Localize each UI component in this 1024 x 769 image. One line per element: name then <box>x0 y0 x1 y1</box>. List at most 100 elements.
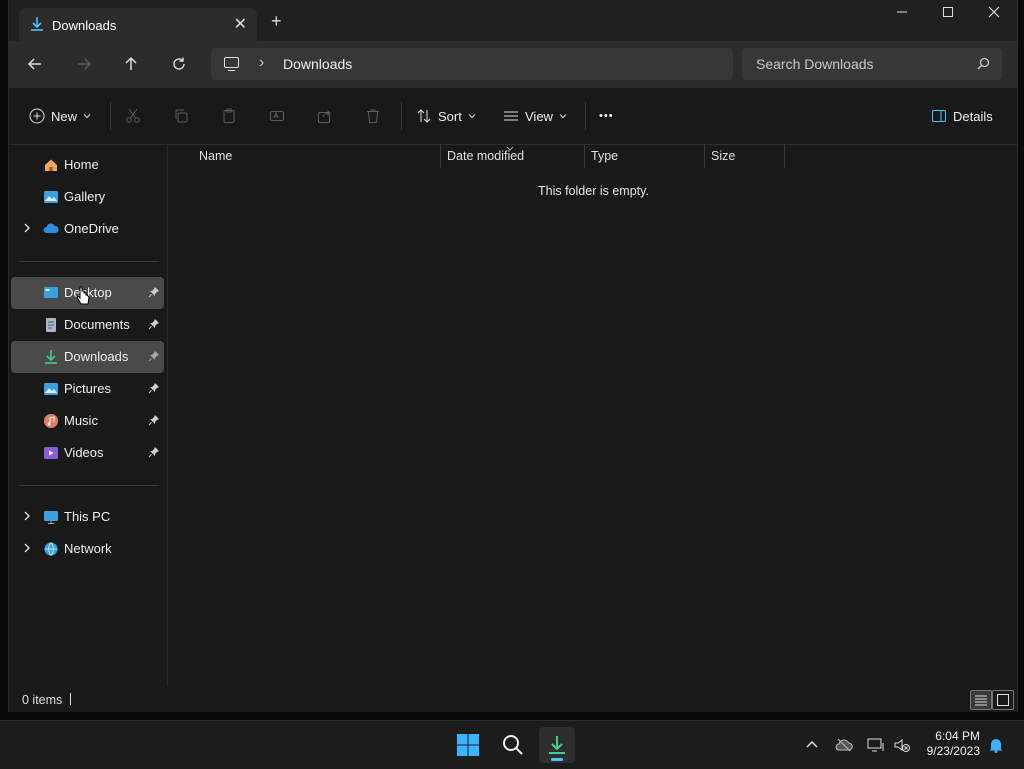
column-divider[interactable] <box>584 144 585 168</box>
large-icons-view-button[interactable] <box>992 690 1014 710</box>
paste-button[interactable] <box>221 102 237 130</box>
address-bar[interactable]: › Downloads <box>211 48 733 80</box>
pin-icon[interactable] <box>148 382 160 394</box>
pin-icon[interactable] <box>148 286 160 298</box>
sidebar-item-downloads[interactable]: Downloads <box>11 341 164 373</box>
new-tab-button[interactable]: + <box>271 12 282 30</box>
maximize-button[interactable] <box>925 6 971 28</box>
show-hidden-icons-button[interactable] <box>802 735 822 755</box>
back-arrow-icon <box>27 58 41 70</box>
column-header-name[interactable]: Name <box>199 149 232 171</box>
share-button[interactable] <box>317 102 333 130</box>
refresh-button[interactable] <box>163 51 195 77</box>
network-status-icon <box>867 738 884 752</box>
chevron-right-icon[interactable] <box>21 222 33 234</box>
cut-button[interactable] <box>125 102 141 130</box>
search-input[interactable]: Search Downloads <box>742 48 1002 80</box>
sort-icon <box>417 109 431 123</box>
pin-icon[interactable] <box>148 350 160 362</box>
sidebar-item-gallery[interactable]: Gallery <box>11 181 164 213</box>
chevron-right-icon[interactable] <box>21 510 33 522</box>
pin-icon[interactable] <box>148 446 160 458</box>
large-icons-view-icon <box>997 694 1009 706</box>
chevron-down-icon <box>468 114 476 119</box>
column-divider[interactable] <box>440 144 441 168</box>
delete-button[interactable] <box>365 102 381 130</box>
sidebar-item-label: Documents <box>64 317 130 332</box>
clock[interactable]: 6:04 PM 9/23/2023 <box>918 729 980 759</box>
close-window-button[interactable] <box>971 6 1017 28</box>
search-taskbar-button[interactable] <box>495 727 531 763</box>
sidebar-item-label: This PC <box>64 509 111 524</box>
breadcrumb-downloads[interactable]: Downloads <box>283 56 352 72</box>
column-header-size[interactable]: Size <box>711 149 735 171</box>
view-button[interactable]: View <box>503 102 567 130</box>
column-divider[interactable] <box>784 144 785 168</box>
command-bar: New Sort View ••• Details <box>9 87 1017 145</box>
taskbar: 6:04 PM 9/23/2023 <box>0 720 1024 769</box>
more-options-button[interactable]: ••• <box>599 102 614 130</box>
pin-icon[interactable] <box>148 318 160 330</box>
file-explorer-window: Downloads ✕ + › Downloads Search Downloa… <box>8 0 1018 712</box>
tab-downloads[interactable]: Downloads ✕ <box>19 8 257 41</box>
sidebar-item-label: Home <box>64 157 99 172</box>
search-icon <box>977 57 990 73</box>
onedrive-icon <box>43 221 59 237</box>
new-button[interactable]: New <box>29 102 91 130</box>
notifications-button[interactable] <box>986 735 1006 755</box>
new-label: New <box>51 108 78 124</box>
column-divider[interactable] <box>704 144 705 168</box>
sort-button[interactable]: Sort <box>416 102 476 130</box>
sidebar-item-home[interactable]: Home <box>11 149 164 181</box>
clock-date: 9/23/2023 <box>926 744 980 758</box>
sidebar-item-music[interactable]: Music <box>11 405 164 437</box>
bell-icon <box>989 739 1003 753</box>
downloads-icon <box>549 736 565 754</box>
sidebar-item-onedrive[interactable]: OneDrive <box>11 213 164 245</box>
sidebar-item-label: Music <box>64 413 98 428</box>
tab-close-button[interactable]: ✕ <box>234 14 247 34</box>
item-count: 0 items <box>22 693 63 707</box>
network-tray-button[interactable] <box>866 735 886 755</box>
sidebar-item-label: Downloads <box>64 349 129 364</box>
details-pane-button[interactable]: Details <box>931 102 993 130</box>
details-view-button[interactable] <box>970 690 992 710</box>
volume-tray-button[interactable] <box>892 735 912 755</box>
file-explorer-taskbar-button[interactable] <box>539 727 575 763</box>
chevron-right-icon[interactable] <box>21 542 33 554</box>
desktop-icon <box>43 285 59 301</box>
minimize-button[interactable] <box>879 6 925 28</box>
scissors-icon <box>126 108 140 123</box>
rename-icon <box>270 111 284 121</box>
view-label: View <box>525 108 553 124</box>
sidebar-item-this-pc[interactable]: This PC <box>11 501 164 533</box>
toolbar-divider <box>401 102 402 130</box>
sidebar-item-pictures[interactable]: Pictures <box>11 373 164 405</box>
back-button[interactable] <box>19 51 51 77</box>
sidebar-item-documents[interactable]: Documents <box>11 309 164 341</box>
sidebar-item-label: Pictures <box>64 381 111 396</box>
rename-button[interactable] <box>269 102 285 130</box>
sidebar-item-network[interactable]: Network <box>11 533 164 565</box>
navigation-pane: Home Gallery OneDrive Desktop Documents … <box>9 144 168 686</box>
chevron-down-icon <box>83 114 91 119</box>
sidebar-item-label: Gallery <box>64 189 106 204</box>
sidebar-item-videos[interactable]: Videos <box>11 437 164 469</box>
pin-icon[interactable] <box>148 414 160 426</box>
breadcrumb-chevron-icon: › <box>259 54 265 71</box>
documents-icon <box>43 317 59 333</box>
start-button[interactable] <box>450 727 486 763</box>
details-label: Details <box>953 108 993 124</box>
forward-button[interactable] <box>68 51 100 77</box>
file-list: Name Date modified Type Size This folder… <box>168 144 1017 686</box>
column-header-type[interactable]: Type <box>591 149 618 171</box>
share-icon <box>318 110 331 123</box>
copy-button[interactable] <box>173 102 189 130</box>
downloads-icon <box>43 349 59 365</box>
onedrive-tray-button[interactable] <box>834 735 854 755</box>
mouse-cursor <box>76 286 90 309</box>
column-header-date-modified[interactable]: Date modified <box>447 149 524 171</box>
up-arrow-icon <box>125 56 137 70</box>
up-button[interactable] <box>115 51 147 77</box>
navigation-bar: › Downloads Search Downloads <box>9 41 1017 87</box>
